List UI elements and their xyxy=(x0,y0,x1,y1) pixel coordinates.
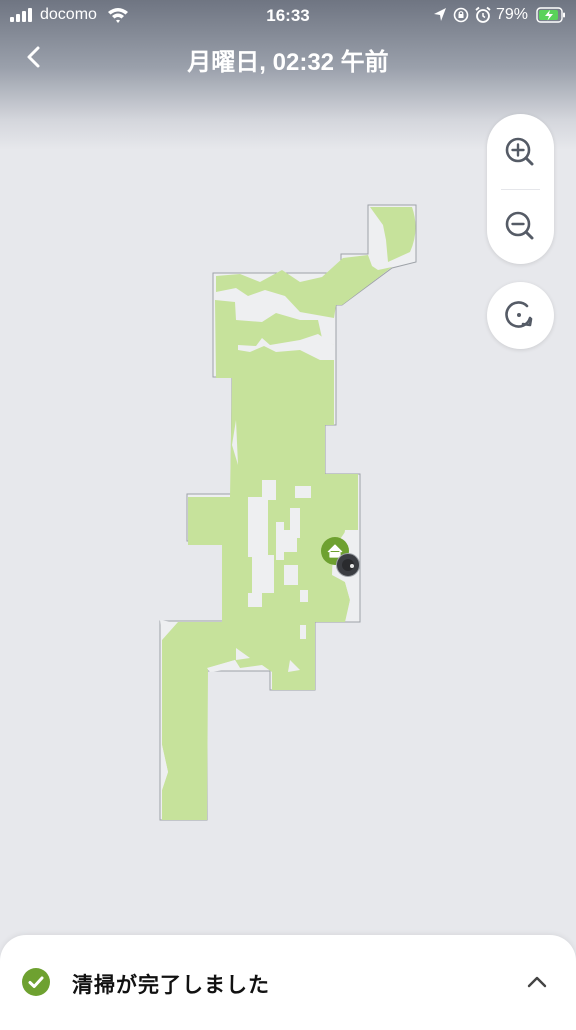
rotate-icon xyxy=(505,301,533,328)
zoom-in-icon[interactable] xyxy=(497,124,544,179)
check-circle-icon xyxy=(22,968,50,996)
cleaning-status-sheet[interactable]: 清掃が完了しました xyxy=(0,935,576,1030)
cleaning-complete-message: 清掃が完了しました xyxy=(72,974,270,997)
zoom-out-icon[interactable] xyxy=(497,199,544,254)
zoom-controls xyxy=(487,114,554,264)
cleaned-area xyxy=(160,207,416,820)
robot-icon xyxy=(336,553,360,577)
chevron-up-icon[interactable] xyxy=(526,975,548,989)
zoom-divider xyxy=(501,189,540,190)
rotate-map-button[interactable] xyxy=(487,282,554,349)
